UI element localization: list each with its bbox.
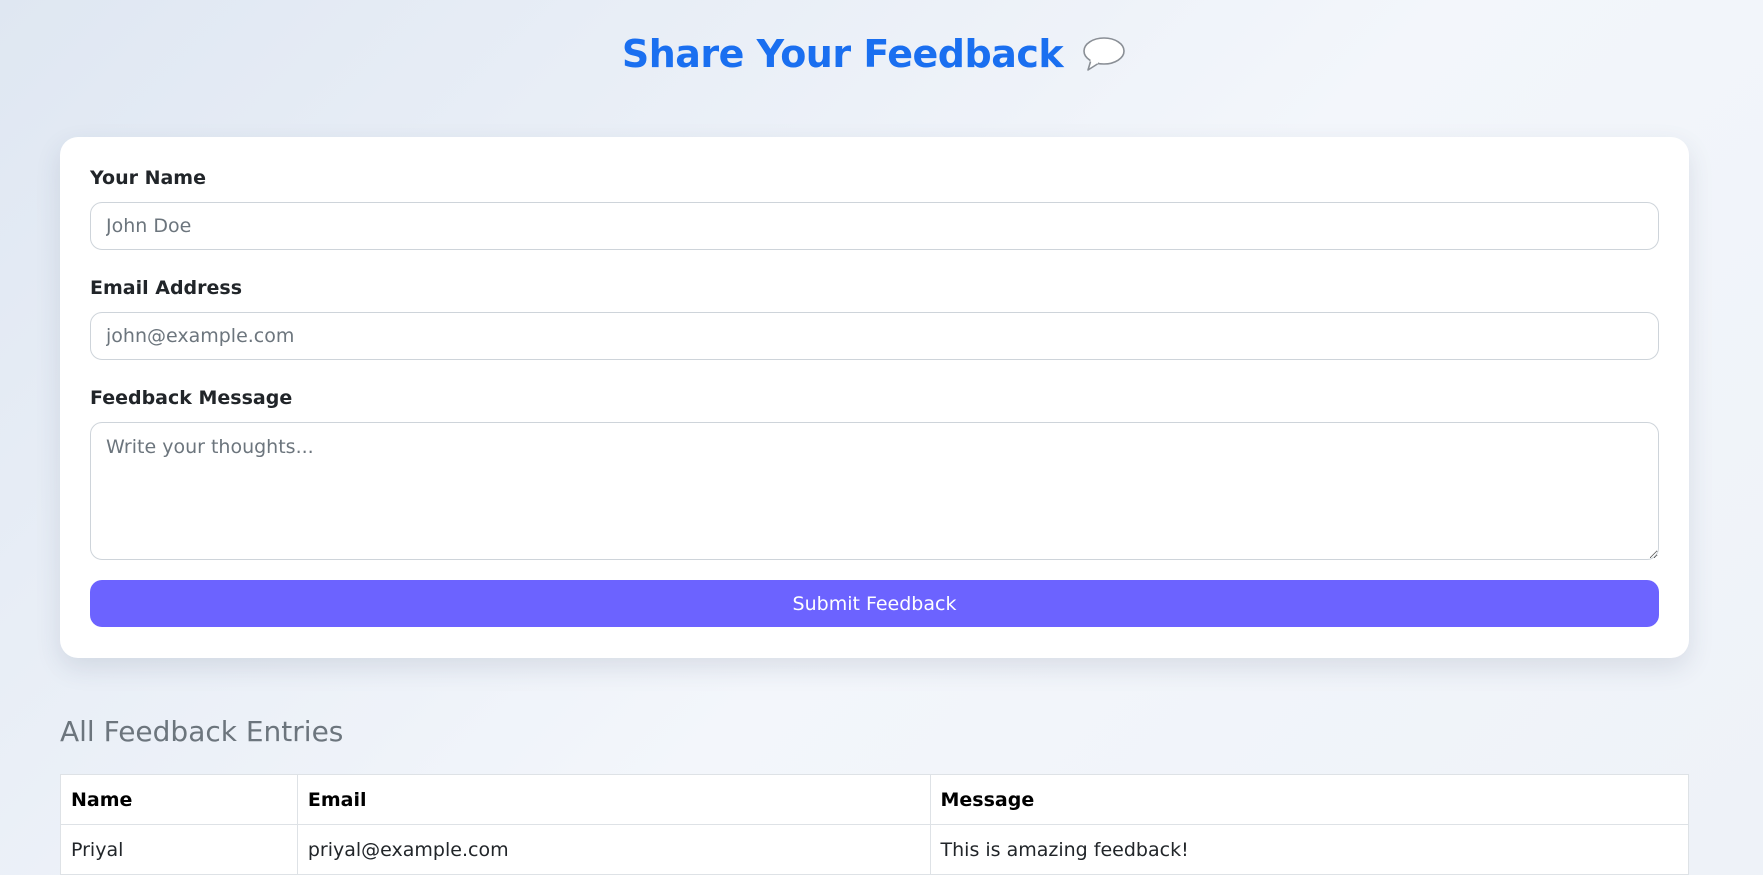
table-header-row: Name Email Message bbox=[60, 774, 1690, 825]
submit-feedback-button[interactable]: Submit Feedback bbox=[90, 580, 1659, 627]
feedback-form-card: Your Name Email Address Feedback Message… bbox=[60, 137, 1689, 658]
column-header-name: Name bbox=[60, 774, 298, 825]
table-row: Priyal priyal@example.com This is amazin… bbox=[60, 824, 1690, 875]
entries-section-title: All Feedback Entries bbox=[60, 715, 344, 748]
message-label: Feedback Message bbox=[90, 387, 293, 409]
name-input[interactable] bbox=[90, 202, 1659, 250]
column-header-email: Email bbox=[296, 774, 931, 825]
page-header: Share Your Feedback bbox=[60, 0, 1689, 108]
page-title-text: Share Your Feedback bbox=[621, 32, 1064, 76]
speech-bubble-icon bbox=[1081, 34, 1127, 74]
cell-message: This is amazing feedback! bbox=[929, 824, 1690, 875]
cell-email: priyal@example.com bbox=[296, 824, 931, 875]
column-header-message: Message bbox=[929, 774, 1690, 825]
message-textarea[interactable] bbox=[90, 422, 1659, 560]
cell-name: Priyal bbox=[60, 824, 298, 875]
page: Share Your Feedback Your Name Email Addr… bbox=[60, 0, 1690, 875]
feedback-entries-table: Name Email Message Priyal priyal@example… bbox=[60, 774, 1690, 875]
page-title: Share Your Feedback bbox=[622, 32, 1127, 76]
name-label: Your Name bbox=[90, 167, 206, 189]
email-label: Email Address bbox=[90, 277, 243, 299]
email-input[interactable] bbox=[90, 312, 1659, 360]
